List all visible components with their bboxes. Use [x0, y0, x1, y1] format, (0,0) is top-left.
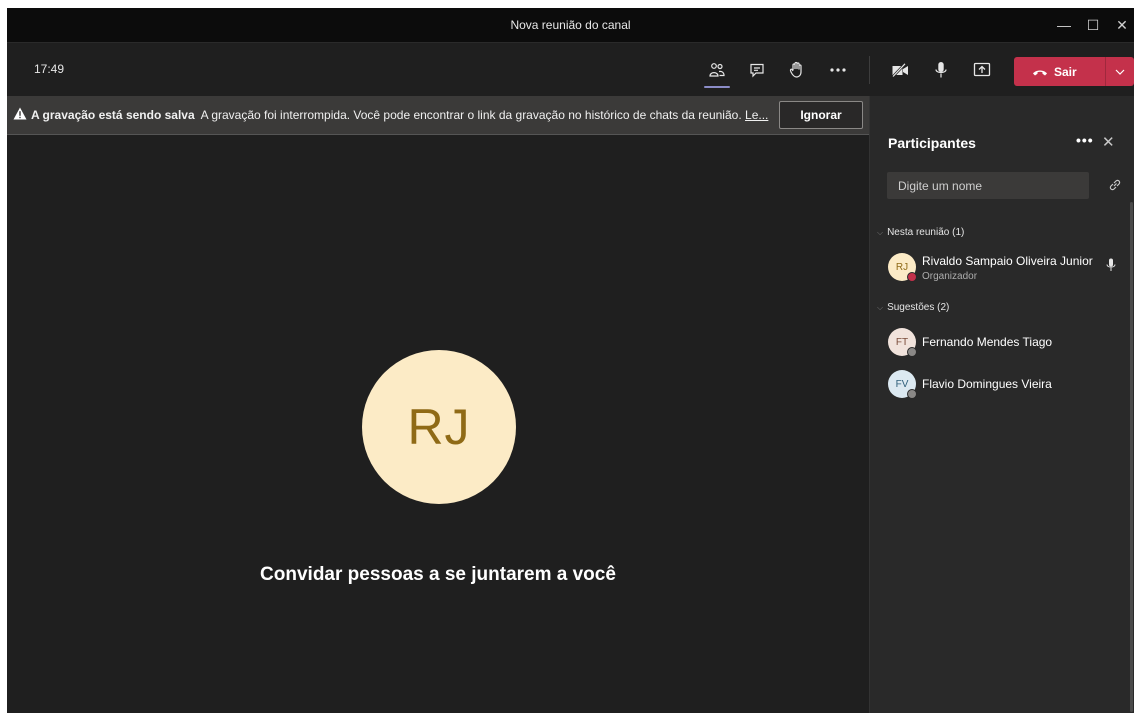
suggestion-row[interactable]: FT Fernando Mendes Tiago — [888, 326, 1128, 360]
more-options-button[interactable] — [825, 57, 851, 83]
teams-meeting-window: Nova reunião do canal — ☐ ✕ 17:49 Sair A… — [7, 8, 1134, 713]
participant-search-input[interactable] — [887, 172, 1089, 199]
section-suggestions-label: Sugestões (2) — [887, 302, 950, 313]
banner-text: A gravação está sendo salva A gravação f… — [31, 108, 771, 122]
recording-saved-banner: A gravação está sendo salva A gravação f… — [7, 96, 869, 135]
copy-link-icon[interactable] — [1108, 178, 1122, 192]
participant-mic-icon — [1106, 258, 1116, 271]
participant-name: Fernando Mendes Tiago — [922, 335, 1053, 349]
panel-more-button[interactable]: ••• — [1076, 132, 1094, 148]
share-screen-icon — [973, 62, 991, 77]
microphone-icon — [935, 62, 947, 78]
leave-options-button[interactable] — [1106, 57, 1134, 86]
raise-hand-button[interactable] — [784, 57, 810, 83]
leave-button[interactable]: Sair — [1014, 57, 1091, 86]
more-options-icon — [830, 68, 846, 72]
participant-role: Organizador — [922, 271, 978, 282]
meeting-stage: RJ Convidar pessoas a se juntarem a você — [7, 135, 869, 713]
status-indicator — [907, 272, 917, 282]
section-suggestions[interactable]: ⌵ Sugestões (2) — [877, 302, 950, 313]
minimize-button[interactable]: — — [1053, 14, 1075, 36]
panel-scrollbar[interactable] — [1130, 202, 1133, 712]
banner-link[interactable]: Le... — [745, 108, 768, 122]
main-avatar: RJ — [362, 350, 516, 504]
banner-message: A gravação foi interrompida. Você pode e… — [200, 108, 742, 122]
warning-icon — [13, 107, 27, 120]
status-indicator — [907, 347, 917, 357]
maximize-button[interactable]: ☐ — [1082, 14, 1104, 36]
participants-active-indicator — [704, 86, 730, 88]
banner-title: A gravação está sendo salva — [31, 108, 195, 122]
caret-down-icon: ⌵ — [877, 303, 884, 312]
leave-label: Sair — [1054, 64, 1077, 79]
chat-button[interactable] — [744, 57, 770, 83]
meeting-toolbar: 17:49 Sair — [7, 43, 1134, 95]
status-indicator — [907, 389, 917, 399]
participant-row[interactable]: RJ Rivaldo Sampaio Oliveira Junior Organ… — [888, 251, 1128, 285]
window-title: Nova reunião do canal — [510, 18, 631, 32]
camera-button[interactable] — [887, 57, 913, 83]
participants-panel: Participantes ••• ✕ ⌵Nesta reunião (1) R… — [869, 96, 1134, 713]
camera-off-icon — [892, 63, 908, 77]
share-screen-button[interactable] — [969, 57, 995, 83]
meeting-timer: 17:49 — [34, 62, 65, 76]
leave-button-group: Sair — [1014, 57, 1134, 86]
ignore-button[interactable]: Ignorar — [779, 101, 863, 129]
participants-button[interactable] — [704, 57, 730, 83]
participant-search — [887, 172, 1089, 199]
participant-name: Rivaldo Sampaio Oliveira Junior — [922, 254, 1093, 268]
hang-up-icon — [1033, 70, 1047, 75]
raise-hand-icon — [789, 61, 802, 78]
section-in-meeting-label: Nesta reunião (1) — [887, 227, 965, 238]
section-in-meeting[interactable]: ⌵ Nesta reunião (1) — [877, 227, 965, 238]
panel-close-button[interactable]: ✕ — [1102, 133, 1115, 151]
title-bar: Nova reunião do canal — ☐ ✕ — [7, 8, 1134, 43]
caret-down-icon: ⌵ — [877, 228, 884, 237]
chat-icon — [750, 63, 764, 78]
chevron-down-icon — [1115, 69, 1125, 75]
participants-icon — [709, 63, 725, 77]
panel-title: Participantes — [888, 135, 976, 151]
invite-message: Convidar pessoas a se juntarem a você — [260, 564, 616, 585]
toolbar-separator — [869, 56, 870, 84]
participant-name: Flavio Domingues Vieira — [922, 377, 1052, 391]
microphone-button[interactable] — [928, 57, 954, 83]
suggestion-row[interactable]: FV Flavio Domingues Vieira — [888, 368, 1128, 402]
close-window-button[interactable]: ✕ — [1111, 14, 1133, 36]
